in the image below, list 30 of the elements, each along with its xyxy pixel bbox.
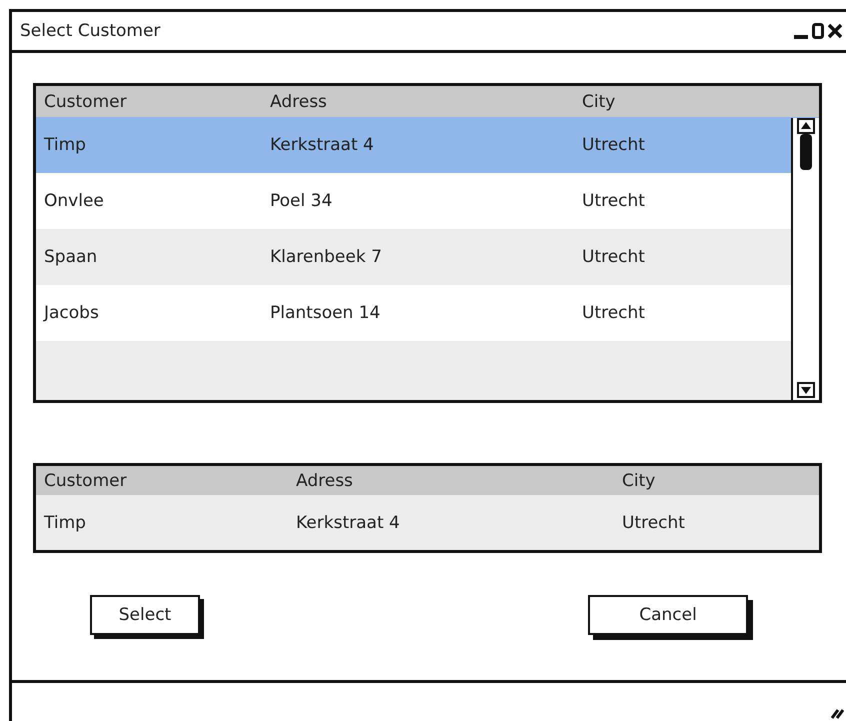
table-cell-text: Jacobs: [44, 303, 100, 323]
table-cell-text: Kerkstraat 4: [296, 512, 401, 533]
scroll-thumb[interactable]: [800, 134, 812, 170]
column-header: Customer: [44, 92, 128, 112]
column-header: City: [582, 92, 616, 112]
table-cell-text: Timp: [44, 135, 87, 155]
table-cell-text: Utrecht: [582, 303, 646, 323]
window-title: Select Customer: [20, 21, 160, 41]
table-cell-text: Kerkstraat 4: [270, 135, 375, 155]
table-cell-text: Utrecht: [582, 135, 646, 155]
table-cell-text: Utrecht: [582, 191, 646, 211]
scroll-up-icon[interactable]: [797, 118, 815, 134]
table-cell-text: Utrecht: [582, 247, 646, 267]
close-icon[interactable]: [828, 23, 842, 39]
table-cell-text: Utrecht: [622, 512, 686, 533]
table-cell-text: Poel 34: [270, 191, 334, 211]
table-row[interactable]: Timp Kerkstraat 4 Utrecht: [36, 117, 819, 173]
column-header: Customer: [44, 470, 128, 491]
column-header: City: [622, 470, 656, 491]
table-cell-text: Klarenbeek 7: [270, 247, 383, 267]
table-cell-text: Timp: [44, 512, 87, 533]
column-header: Adress: [270, 92, 328, 112]
scrollbar[interactable]: [791, 118, 819, 400]
table-cell-text: Plantsoen 14: [270, 303, 382, 323]
table-cell-text: Spaan: [44, 247, 98, 267]
scroll-down-icon[interactable]: [797, 382, 815, 398]
table-cell-text: Onvlee: [44, 191, 105, 211]
maximize-icon[interactable]: [812, 23, 824, 39]
column-header: Adress: [296, 470, 354, 491]
table-row[interactable]: Timp Kerkstraat 4 Utrecht: [36, 495, 819, 550]
